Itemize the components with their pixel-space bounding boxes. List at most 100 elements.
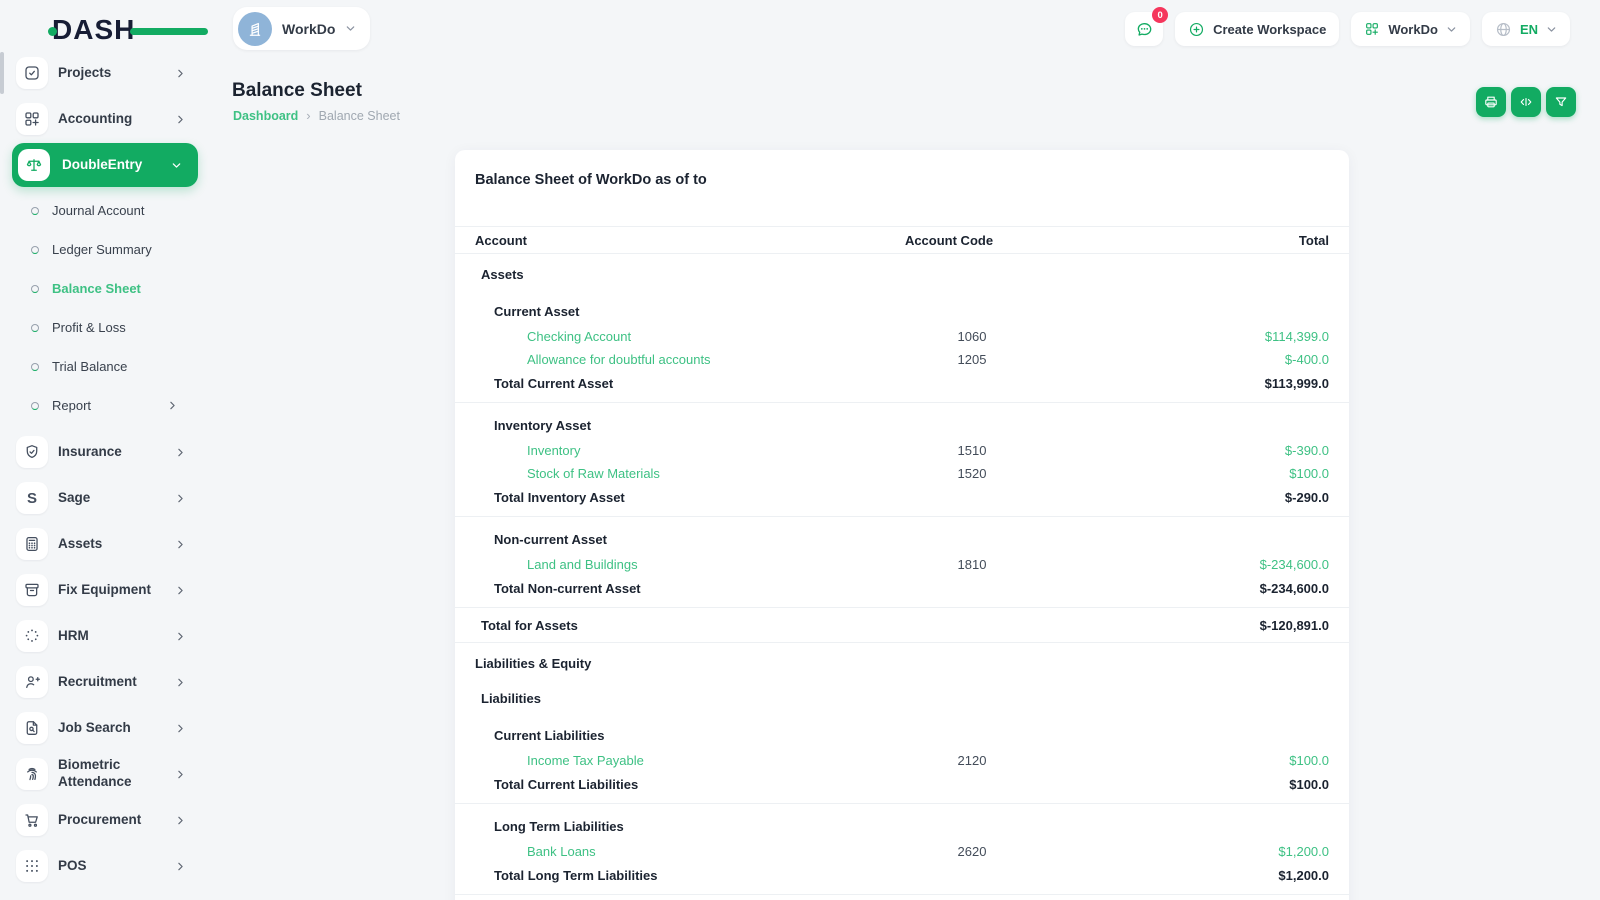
sidebar-item-pos[interactable]: POS xyxy=(0,843,212,889)
table-group: Long Term Liabilities Bank Loans 2620$1,20… xyxy=(455,804,1349,895)
chevron-right-icon xyxy=(175,769,186,780)
account-label: Inventory xyxy=(475,443,849,458)
account-link[interactable]: Land and Buildings xyxy=(527,557,638,572)
table-heading-row: Liabilities xyxy=(455,683,1349,713)
row-total: $113,999.0 xyxy=(1049,376,1329,391)
page-title: Balance Sheet xyxy=(232,80,362,102)
sidebar-item-biometric-attendance[interactable]: Biometric Attendance xyxy=(0,751,212,797)
sidebar-item-accounting[interactable]: Accounting xyxy=(0,96,212,142)
row-total: $-290.0 xyxy=(1049,490,1329,505)
sidebar-subitem-balance-sheet[interactable]: Balance Sheet xyxy=(0,269,212,308)
sidebar-item-sage[interactable]: SSage xyxy=(0,475,212,521)
sidebar-subitem-label: Ledger Summary xyxy=(52,242,152,257)
table-total-row: Total Inventory Asset$-290.0 xyxy=(455,485,1349,509)
account-link[interactable]: Allowance for doubtful accounts xyxy=(527,352,711,367)
account-code: 1205 xyxy=(849,352,1049,367)
chevron-right-icon xyxy=(167,400,178,411)
table-subheading-row: Non-current Asset xyxy=(455,525,1349,553)
filter-button[interactable] xyxy=(1546,87,1576,117)
row-label: Liabilities & Equity xyxy=(475,656,849,671)
table-account-row: Bank Loans2620$1,200.0 xyxy=(455,840,1349,863)
chevron-down-icon xyxy=(1546,24,1557,35)
sidebar-item-fix-equipment[interactable]: Fix Equipment xyxy=(0,567,212,613)
table-group: Current AssetChecking Account1060$114,39… xyxy=(455,289,1349,403)
topbar: WorkDo 0 Create Workspace WorkDo EN xyxy=(212,0,1600,58)
sidebar-subitem-label: Trial Balance xyxy=(52,359,127,374)
sidebar-subitem-profit-loss[interactable]: Profit & Loss xyxy=(0,308,212,347)
sidebar-item-recruitment[interactable]: Recruitment xyxy=(0,659,212,705)
col-total: Total xyxy=(1049,233,1329,248)
table-heading-row: Assets xyxy=(455,259,1349,289)
sidebar-item-label: HRM xyxy=(58,628,89,645)
account-link[interactable]: Stock of Raw Materials xyxy=(527,466,660,481)
calculator-icon xyxy=(16,528,48,560)
sidebar-item-hrm[interactable]: HRM xyxy=(0,613,212,659)
sidebar-subitem-journal-account[interactable]: Journal Account xyxy=(0,191,212,230)
workspace-selector[interactable]: WorkDo xyxy=(233,7,370,50)
row-label: Current Asset xyxy=(475,304,849,319)
chevron-right-icon xyxy=(175,114,186,125)
workspace-menu-button[interactable]: WorkDo xyxy=(1351,12,1470,46)
sidebar-subitem-trial-balance[interactable]: Trial Balance xyxy=(0,347,212,386)
account-link[interactable]: Checking Account xyxy=(527,329,631,344)
sidebar-item-job-search[interactable]: Job Search xyxy=(0,705,212,751)
chevron-right-icon xyxy=(175,493,186,504)
account-label: Land and Buildings xyxy=(475,557,849,572)
table-group: Total for Assets$-120,891.0 xyxy=(455,608,1349,643)
language-selector[interactable]: EN xyxy=(1482,12,1570,46)
sidebar-item-label: Insurance xyxy=(58,444,122,461)
sidebar-item-label: Projects xyxy=(58,65,111,82)
sidebar-item-insurance[interactable]: Insurance xyxy=(0,429,212,475)
sidebar-item-projects[interactable]: Projects xyxy=(0,50,212,96)
circle-bullet-icon xyxy=(31,363,39,371)
table-subheading-row: Current Asset xyxy=(455,297,1349,325)
sage-s-icon: S xyxy=(16,482,48,514)
card-actions xyxy=(1476,87,1576,117)
row-total: $-400.0 xyxy=(1049,352,1329,367)
table-total-row: Total Non-current Asset$-234,600.0 xyxy=(455,576,1349,600)
row-label: Assets xyxy=(475,267,849,282)
toggle-columns-button[interactable] xyxy=(1511,87,1541,117)
sidebar-item-label: Job Search xyxy=(58,720,131,737)
workspace-menu-label: WorkDo xyxy=(1388,22,1438,37)
account-code: 2620 xyxy=(849,844,1049,859)
chevron-right-icon xyxy=(175,861,186,872)
chevron-down-icon xyxy=(171,160,182,171)
sidebar-item-label: POS xyxy=(58,858,87,875)
chevron-down-icon xyxy=(345,23,356,34)
sidebar-item-procurement[interactable]: Procurement xyxy=(0,797,212,843)
sidebar-item-label: Biometric Attendance xyxy=(58,757,165,791)
sidebar-subitem-report[interactable]: Report xyxy=(0,386,212,425)
sidebar-item-double-entry[interactable]: DoubleEntry xyxy=(12,143,198,187)
row-total: $100.0 xyxy=(1049,777,1329,792)
account-link[interactable]: Inventory xyxy=(527,443,580,458)
sidebar-item-assets[interactable]: Assets xyxy=(0,521,212,567)
sidebar-item-label: Accounting xyxy=(58,111,132,128)
account-link[interactable]: Bank Loans xyxy=(527,844,596,859)
row-total: $1,200.0 xyxy=(1049,868,1329,883)
table-grand-row: Total for Assets$-120,891.0 xyxy=(455,613,1349,637)
brand-logo[interactable]: DASH xyxy=(52,14,135,46)
account-link[interactable]: Income Tax Payable xyxy=(527,753,644,768)
table-account-row: Stock of Raw Materials1520$100.0 xyxy=(455,462,1349,485)
building-icon xyxy=(245,19,265,39)
user-plus-icon xyxy=(16,666,48,698)
brand-logo-bar xyxy=(130,28,208,35)
account-code: 1520 xyxy=(849,466,1049,481)
create-workspace-button[interactable]: Create Workspace xyxy=(1175,12,1339,46)
sidebar-subitem-label: Journal Account xyxy=(52,203,145,218)
chevron-right-icon xyxy=(175,447,186,458)
table-account-row: Allowance for doubtful accounts 1205$-400… xyxy=(455,348,1349,371)
cart-icon xyxy=(16,804,48,836)
scales-icon xyxy=(18,149,50,181)
breadcrumb-dashboard-link[interactable]: Dashboard xyxy=(233,109,298,123)
row-label: Total Non-current Asset xyxy=(475,581,849,596)
row-label: Long Term Liabilities xyxy=(475,819,849,834)
sidebar-subitem-ledger-summary[interactable]: Ledger Summary xyxy=(0,230,212,269)
print-button[interactable] xyxy=(1476,87,1506,117)
account-code: 1510 xyxy=(849,443,1049,458)
sidebar-item-label: Assets xyxy=(58,536,102,553)
table-body: AssetsCurrent AssetChecking Account1060$… xyxy=(455,259,1349,900)
workspace-name: WorkDo xyxy=(282,21,335,37)
messages-button[interactable]: 0 xyxy=(1125,12,1163,46)
